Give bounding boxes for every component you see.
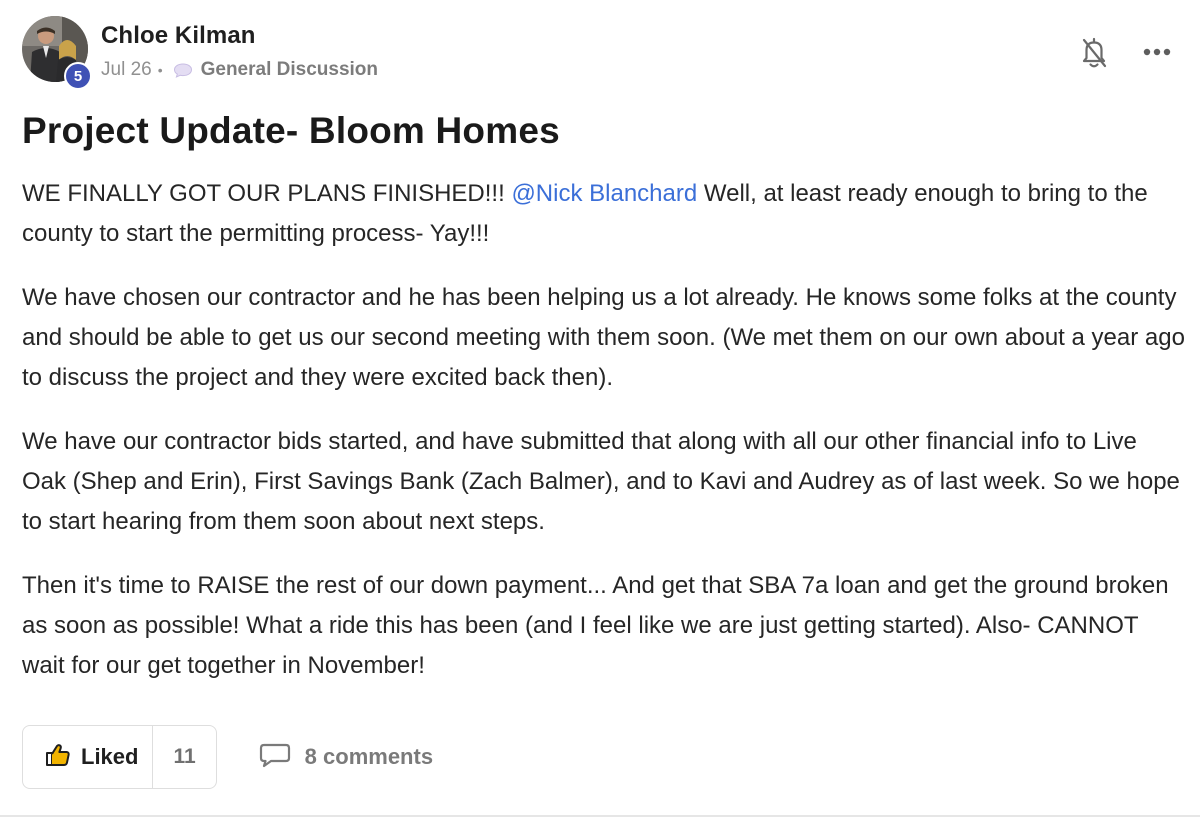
- category-link[interactable]: General Discussion: [201, 59, 378, 81]
- like-count[interactable]: 11: [152, 726, 215, 788]
- post-title: Project Update- Bloom Homes: [22, 110, 560, 151]
- bell-off-icon[interactable]: [1080, 36, 1108, 70]
- comments-button[interactable]: 8 comments: [259, 742, 433, 773]
- post-date[interactable]: Jul 26: [101, 59, 152, 81]
- chat-bubble-icon: [173, 62, 193, 79]
- thumbs-up-icon: [45, 743, 71, 772]
- post-meta: Jul 26 • General Discussion: [101, 59, 378, 81]
- author-name[interactable]: Chloe Kilman: [101, 22, 256, 50]
- paragraph-text: WE FINALLY GOT OUR PLANS FINISHED!!!: [22, 180, 512, 207]
- user-mention-link[interactable]: @Nick Blanchard: [511, 180, 697, 207]
- post-paragraph: WE FINALLY GOT OUR PLANS FINISHED!!! @Ni…: [22, 174, 1187, 254]
- divider: [0, 815, 1200, 817]
- more-horizontal-icon[interactable]: [1140, 42, 1174, 62]
- like-control: Liked 11: [22, 725, 217, 789]
- like-label: Liked: [81, 744, 139, 769]
- post-card: 5 Chloe Kilman Jul 26 • General Discussi…: [0, 0, 1200, 818]
- post-actions: Liked 11 8 comments: [22, 725, 433, 789]
- author-avatar[interactable]: 5: [22, 16, 92, 90]
- like-button[interactable]: Liked: [23, 726, 152, 788]
- post-body: WE FINALLY GOT OUR PLANS FINISHED!!! @Ni…: [22, 174, 1187, 710]
- post-paragraph: We have chosen our contractor and he has…: [22, 284, 1185, 391]
- post-paragraph: We have our contractor bids started, and…: [22, 428, 1180, 535]
- post-paragraph: Then it's time to RAISE the rest of our …: [22, 572, 1169, 679]
- meta-separator: •: [157, 62, 163, 78]
- comments-label: 8 comments: [304, 744, 434, 769]
- post-header: 5 Chloe Kilman Jul 26 • General Discussi…: [22, 14, 1182, 90]
- comment-icon: [259, 742, 291, 773]
- level-badge: 5: [64, 62, 92, 90]
